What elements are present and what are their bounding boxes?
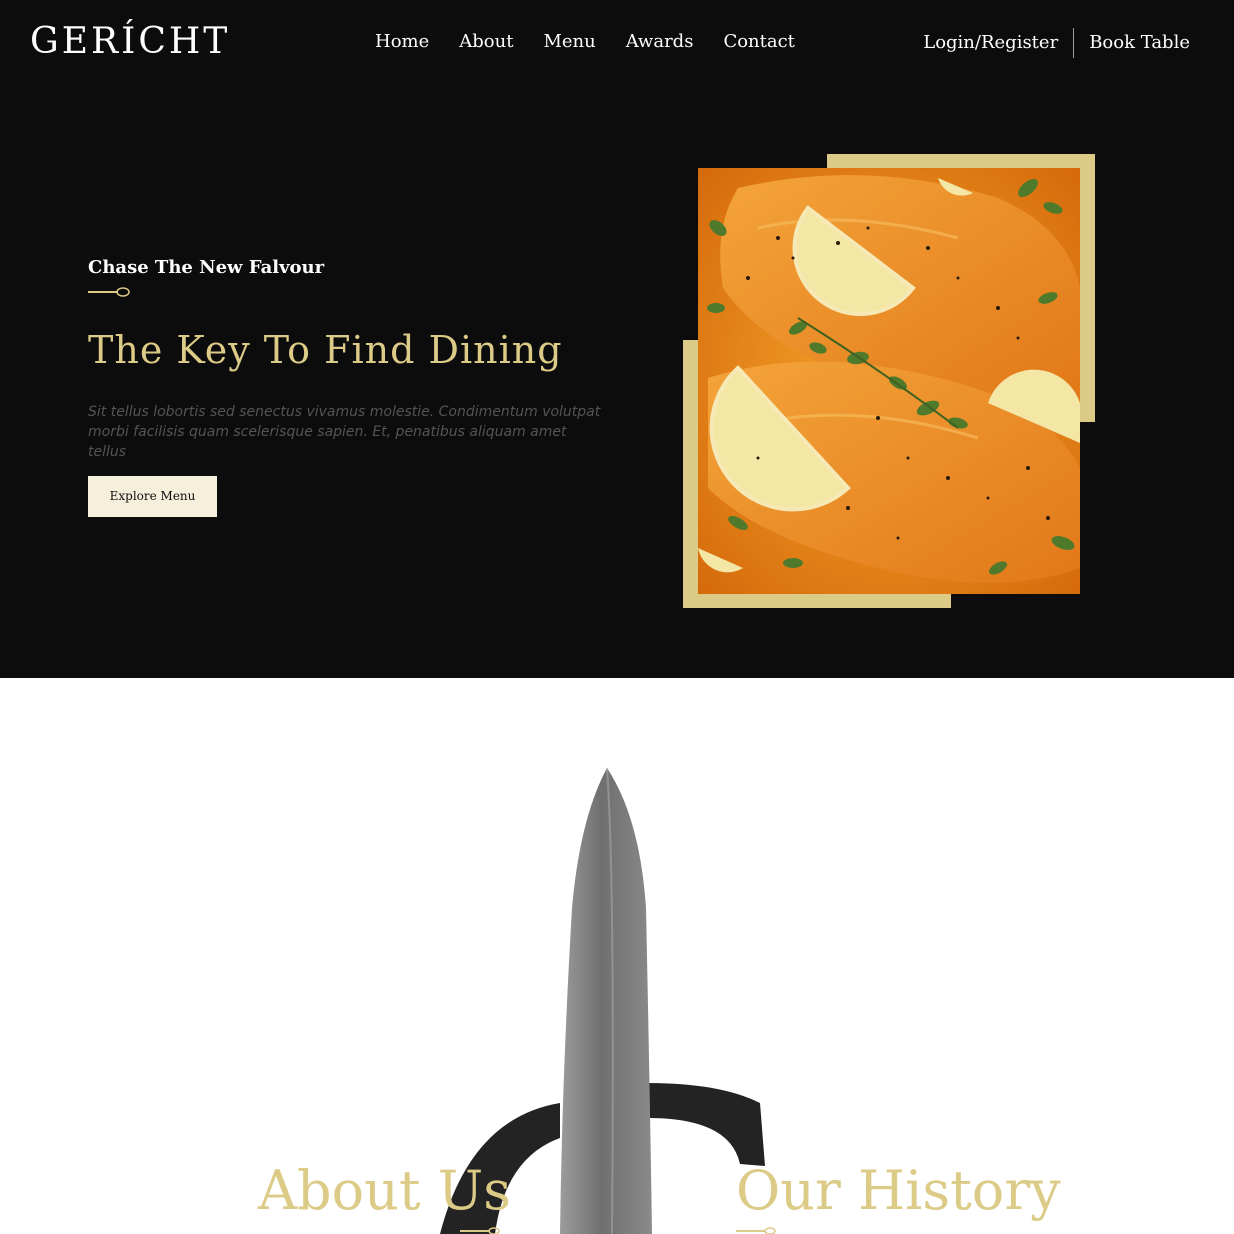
- nav-link-about[interactable]: About: [459, 28, 513, 56]
- hero-subtitle: Chase The New Falvour: [88, 257, 325, 278]
- hero-title: The Key To Find Dining: [88, 328, 563, 372]
- about-title: About Us: [258, 1159, 511, 1222]
- nav-right: Login/Register Book Table: [923, 28, 1190, 58]
- nav-link-contact[interactable]: Contact: [723, 28, 794, 56]
- about-section: About Us Our History: [0, 678, 1234, 1234]
- spoon-icon: [88, 287, 130, 297]
- spoon-icon: [460, 1227, 500, 1234]
- history-title: Our History: [736, 1159, 1061, 1222]
- login-register-link[interactable]: Login/Register: [923, 29, 1058, 57]
- logo[interactable]: GERÍCHT: [30, 20, 230, 64]
- nav-link-home[interactable]: Home: [375, 28, 429, 56]
- nav-divider: [1073, 28, 1075, 58]
- hero-paragraph: Sit tellus lobortis sed senectus vivamus…: [88, 404, 601, 460]
- navbar: GERÍCHT Home About Menu Awards Contact L…: [0, 0, 1234, 84]
- explore-menu-button[interactable]: Explore Menu: [88, 476, 217, 517]
- hero-text: Chase The New Falvour The Key To Find Di…: [88, 254, 618, 517]
- hero-section: GERÍCHT Home About Menu Awards Contact L…: [0, 0, 1234, 678]
- knife-graphic: [440, 767, 765, 1234]
- spoon-icon: [736, 1227, 776, 1234]
- hero-image: [683, 154, 1095, 608]
- nav-link-awards[interactable]: Awards: [626, 28, 694, 56]
- salmon-dish-photo: [698, 168, 1080, 594]
- book-table-link[interactable]: Book Table: [1089, 29, 1190, 57]
- nav-links: Home About Menu Awards Contact: [375, 28, 795, 56]
- nav-link-menu[interactable]: Menu: [543, 28, 595, 56]
